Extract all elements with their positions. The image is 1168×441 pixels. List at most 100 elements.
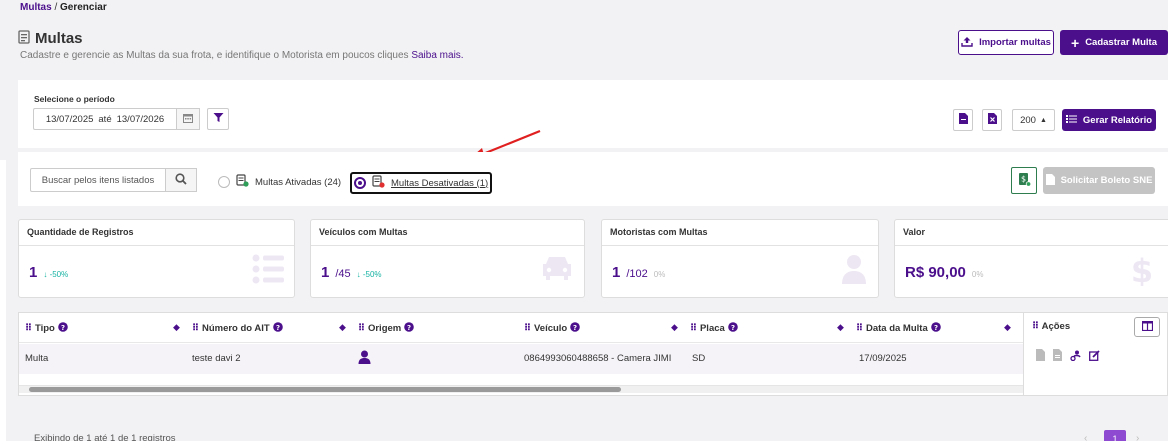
- card-title: Valor: [895, 220, 1168, 246]
- card-records: Quantidade de Registros 1 ↓ -50%: [18, 219, 295, 298]
- card-title: Quantidade de Registros: [19, 220, 294, 246]
- columns-icon: [1141, 320, 1153, 334]
- column-header-ait[interactable]: ⠿ Número do AIT ?: [192, 322, 283, 335]
- card-value-row: 1 ↓ -50%: [29, 264, 68, 281]
- radio-circle-active[interactable]: [218, 176, 230, 188]
- column-label: Veículo: [533, 323, 568, 334]
- radio-circle-inactive[interactable]: [354, 177, 366, 189]
- help-icon: ?: [272, 322, 283, 335]
- column-header-origem[interactable]: ⠿ Origem ?: [358, 322, 415, 335]
- search-button[interactable]: [165, 168, 197, 192]
- card-sub: /45: [335, 268, 351, 280]
- help-icon: ?: [404, 322, 415, 335]
- table-header: ⠿ Tipo ? ◆ ⠿ Número do AIT ? ◆ ⠿ Origem …: [19, 313, 1023, 343]
- breadcrumb-current: Gerenciar: [60, 2, 107, 13]
- sort-icon[interactable]: ◆: [1004, 322, 1011, 333]
- drag-handle-icon[interactable]: ⠿: [690, 323, 697, 334]
- request-boleto-label: Solicitar Boleto SNE: [1060, 175, 1153, 186]
- page-subtitle: Cadastre e gerencie as Multas da sua fro…: [20, 50, 464, 61]
- column-header-data[interactable]: ⠿ Data da Multa ?: [856, 322, 941, 335]
- breadcrumb-link-multas[interactable]: Multas: [20, 2, 52, 13]
- search-input[interactable]: Buscar pelos itens listados: [30, 168, 165, 192]
- export-pdf-button[interactable]: [953, 109, 973, 131]
- sort-icon[interactable]: ◆: [173, 322, 180, 333]
- sort-icon[interactable]: ◆: [837, 322, 844, 333]
- cell-tipo: Multa: [25, 353, 49, 364]
- column-label: Origem: [367, 323, 402, 334]
- svg-text:?: ?: [407, 324, 411, 332]
- import-fines-button[interactable]: Importar multas: [958, 30, 1054, 55]
- sort-updown-icon: ▲: [1039, 116, 1047, 124]
- fine-inactive-icon: [372, 175, 385, 191]
- card-value-row: 1 /45 ↓ -50%: [321, 264, 382, 281]
- column-header-placa[interactable]: ⠿ Placa ?: [690, 322, 738, 335]
- card-trend: ↓ -50%: [356, 270, 382, 279]
- page-title: Multas: [35, 30, 83, 47]
- card-sub: /102: [626, 268, 648, 280]
- pagination-page-current[interactable]: 1: [1104, 430, 1126, 441]
- row-actions: [1036, 349, 1100, 364]
- request-boleto-button[interactable]: Solicitar Boleto SNE: [1043, 167, 1155, 194]
- document-icon: [1045, 173, 1055, 188]
- pagination-next-icon[interactable]: ›: [1136, 433, 1139, 441]
- drag-handle-icon[interactable]: ⠿: [192, 323, 199, 334]
- calendar-button[interactable]: [176, 108, 200, 130]
- drag-handle-icon[interactable]: ⠿: [25, 323, 32, 334]
- horizontal-scrollbar[interactable]: [19, 385, 1023, 393]
- page-size-select[interactable]: 200 ▲: [1012, 109, 1055, 131]
- funnel-icon: [213, 112, 224, 126]
- sort-icon[interactable]: ◆: [671, 322, 678, 333]
- drag-handle-icon[interactable]: ⠿: [524, 323, 531, 334]
- export-excel-button[interactable]: [982, 109, 1002, 131]
- svg-text:$: $: [1020, 174, 1025, 183]
- sort-icon[interactable]: ◆: [339, 322, 346, 333]
- pagination-prev-icon[interactable]: ‹: [1084, 433, 1087, 441]
- list-icon: [1065, 114, 1077, 127]
- date-to: 13/07/2026: [116, 113, 165, 125]
- filter-button[interactable]: [207, 108, 229, 130]
- columns-toggle-button[interactable]: [1134, 317, 1160, 337]
- column-header-veiculo[interactable]: ⠿ Veículo ?: [524, 322, 581, 335]
- help-icon: ?: [58, 322, 68, 335]
- generate-report-button[interactable]: Gerar Relatório: [1062, 109, 1156, 131]
- svg-text:$: $: [1131, 254, 1153, 286]
- scrollbar-thumb[interactable]: [29, 387, 621, 392]
- period-input[interactable]: 13/07/2025 até 13/07/2026: [33, 108, 176, 130]
- fines-table: ⠿ Tipo ? ◆ ⠿ Número do AIT ? ◆ ⠿ Origem …: [18, 312, 1023, 396]
- drag-handle-icon[interactable]: ⠿: [856, 323, 863, 334]
- filter-panel: Selecione o período 13/07/2025 até 13/07…: [18, 80, 1168, 148]
- help-icon: ?: [727, 322, 738, 335]
- column-header-tipo[interactable]: ⠿ Tipo ?: [25, 322, 68, 335]
- card-trend: ↓ -50%: [43, 270, 69, 279]
- card-trend: 0%: [971, 270, 984, 279]
- list-icon: [252, 254, 284, 287]
- column-label: Data da Multa: [865, 323, 928, 334]
- cell-veiculo: 086499306048865​8 - Camera JIMI: [524, 353, 672, 364]
- column-label: Placa: [699, 323, 725, 334]
- table-row[interactable]: Multa teste davi 2 086499306048865​8 - C…: [19, 344, 1023, 374]
- card-value-row: 1 /102 0%: [612, 264, 665, 281]
- car-icon: [540, 254, 574, 285]
- drag-handle-icon[interactable]: ⠿: [358, 323, 365, 334]
- drag-handle-icon[interactable]: ⠿: [1032, 321, 1039, 332]
- card-value: 1: [29, 264, 38, 281]
- document-icon[interactable]: [1036, 349, 1045, 364]
- breadcrumb: Multas / Gerenciar: [20, 2, 107, 13]
- card-trend: 0%: [653, 270, 666, 279]
- actions-column: ⠿ Ações: [1023, 312, 1168, 396]
- radio-inactive-fines[interactable]: Multas Desativadas (1): [350, 172, 493, 194]
- subtitle-text: Cadastre e gerencie as Multas da sua fro…: [20, 50, 409, 61]
- user-icon: [840, 254, 868, 287]
- add-fine-label: Cadastrar Multa: [1085, 37, 1157, 48]
- radio-active-fines[interactable]: Multas Ativadas (24): [218, 174, 341, 190]
- driver-link-icon[interactable]: [1070, 350, 1081, 364]
- learn-more-link[interactable]: Saiba mais.: [411, 50, 463, 61]
- boleto-money-button[interactable]: $: [1011, 167, 1037, 194]
- document-lines-icon[interactable]: [1053, 349, 1062, 364]
- edit-icon[interactable]: [1089, 349, 1100, 364]
- page-size-value: 200: [1020, 114, 1036, 126]
- help-icon: ?: [570, 322, 581, 335]
- add-fine-button[interactable]: + Cadastrar Multa: [1060, 30, 1168, 55]
- generate-report-label: Gerar Relatório: [1082, 114, 1153, 126]
- money-doc-icon: $: [1018, 172, 1031, 190]
